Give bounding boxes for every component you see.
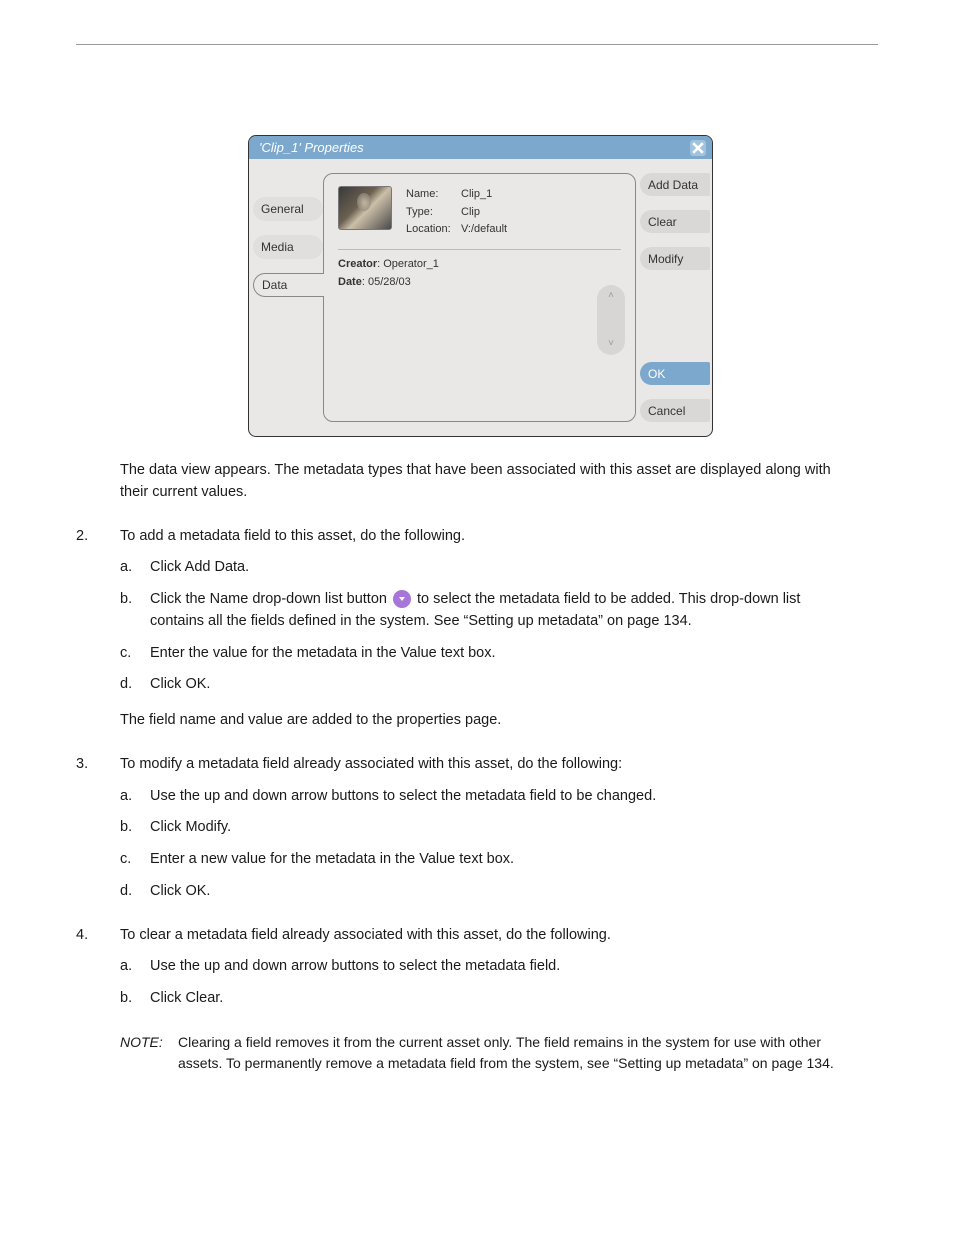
name-label: Name:: [406, 186, 461, 204]
tab-data[interactable]: Data: [253, 273, 324, 297]
dialog-title: 'Clip_1' Properties: [259, 140, 364, 155]
add-data-button[interactable]: Add Data: [640, 173, 710, 196]
location-label: Location:: [406, 221, 461, 239]
dropdown-icon: [393, 590, 411, 608]
location-value: V:/default: [461, 221, 507, 239]
clip-thumbnail: [338, 186, 392, 230]
tab-column: General Media Data: [249, 159, 323, 436]
chevron-up-icon[interactable]: ˄: [608, 291, 614, 301]
content-pane: Name:Clip_1 Type:Clip Location:V:/defaul…: [323, 173, 636, 422]
name-value: Clip_1: [461, 186, 492, 204]
step-4: 4. To clear a metadata field already ass…: [120, 925, 854, 1010]
date-line: Date: 05/28/03: [338, 276, 621, 288]
paragraph: The data view appears. The metadata type…: [120, 460, 854, 504]
step-2: 2. To add a metadata field to this asset…: [120, 526, 854, 732]
clip-meta: Name:Clip_1 Type:Clip Location:V:/defaul…: [406, 186, 507, 239]
creator-line: Creator: Operator_1: [338, 258, 621, 270]
cancel-button[interactable]: Cancel: [640, 399, 710, 422]
clear-button[interactable]: Clear: [640, 210, 710, 233]
tab-media[interactable]: Media: [253, 235, 323, 259]
modify-button[interactable]: Modify: [640, 247, 710, 270]
type-value: Clip: [461, 204, 480, 222]
properties-dialog: 'Clip_1' Properties General Media Data N…: [248, 135, 713, 437]
chevron-down-icon[interactable]: ˅: [608, 339, 614, 349]
button-column: Add Data Clear Modify OK Cancel: [640, 159, 712, 436]
scroll-control[interactable]: ˄ ˅: [597, 285, 625, 355]
close-icon[interactable]: [690, 140, 706, 156]
step-3: 3. To modify a metadata field already as…: [120, 754, 854, 903]
tab-general[interactable]: General: [253, 197, 323, 221]
ok-button[interactable]: OK: [640, 362, 710, 385]
titlebar: 'Clip_1' Properties: [249, 136, 712, 159]
divider: [76, 44, 878, 45]
type-label: Type:: [406, 204, 461, 222]
note: NOTE: Clearing a field removes it from t…: [120, 1032, 854, 1074]
